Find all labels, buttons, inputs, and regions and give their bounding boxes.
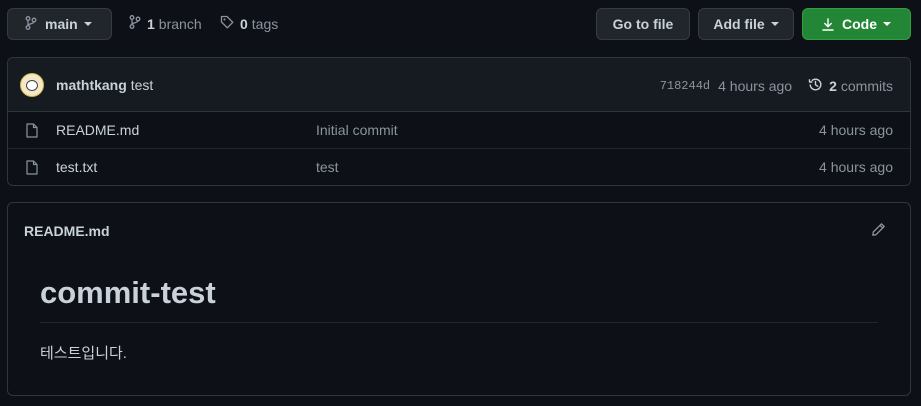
avatar[interactable] (20, 73, 44, 97)
commit-meta: 718244d 4 hours ago 2 commits (660, 77, 893, 95)
download-icon (822, 17, 834, 31)
commit-time: 4 hours ago (718, 78, 793, 94)
file-commit-time: 4 hours ago (819, 159, 893, 175)
add-file-label: Add file (713, 16, 765, 32)
commit-word: commits (840, 78, 893, 94)
file-name-link[interactable]: README.md (56, 122, 139, 138)
tag-count: 0 (240, 15, 248, 32)
branch-count: 1 (147, 15, 155, 32)
commits-history-link[interactable]: 2 commits (808, 77, 893, 95)
tag-icon (220, 15, 234, 32)
add-file-button[interactable]: Add file (698, 8, 794, 40)
code-label: Code (842, 16, 877, 32)
chevron-down-icon (83, 22, 92, 26)
file-icon (26, 123, 38, 138)
commit-sha-link[interactable]: 718244d (660, 79, 710, 93)
branches-link[interactable]: 1 branch (129, 15, 202, 32)
readme-title: commit-test (40, 275, 216, 310)
commit-author-link[interactable]: mathtkang (56, 77, 127, 93)
history-icon (808, 77, 823, 95)
file-commit-message-link[interactable]: Initial commit (316, 122, 398, 138)
go-to-file-button[interactable]: Go to file (596, 8, 690, 40)
branch-select-button[interactable]: main (7, 8, 112, 40)
latest-commit-message: mathtkang test (56, 77, 153, 93)
code-button[interactable]: Code (802, 8, 911, 40)
readme-header[interactable]: README.md (24, 223, 110, 239)
file-name-link[interactable]: test.txt (56, 159, 97, 175)
file-commit-time: 4 hours ago (819, 122, 893, 138)
branch-label: main (45, 16, 78, 32)
branch-icon (25, 15, 37, 33)
tags-link[interactable]: 0 tags (220, 15, 278, 32)
chevron-down-icon (770, 22, 779, 26)
tag-word: tags (251, 15, 279, 32)
branch-icon (129, 15, 141, 32)
commit-message-link[interactable]: test (131, 77, 154, 93)
avatar-face (26, 80, 38, 91)
go-to-file-label: Go to file (612, 16, 674, 32)
file-row: test.txt test 4 hours ago (8, 149, 910, 185)
pencil-icon[interactable] (871, 222, 886, 237)
file-browser: mathtkang test 718244d 4 hours ago 2 com… (7, 57, 911, 186)
file-row: README.md Initial commit 4 hours ago (8, 112, 910, 149)
chevron-down-icon (883, 22, 891, 26)
file-commit-message-link[interactable]: test (316, 159, 339, 175)
commit-count: 2 (829, 78, 837, 94)
branch-word: branch (158, 15, 202, 32)
repo-toolbar: main 1 branch 0 tags Go to file Add file… (0, 0, 921, 47)
file-icon (26, 160, 38, 175)
divider (40, 322, 878, 323)
readme-panel: README.md commit-test 테스트입니다. (7, 202, 911, 396)
readme-body-text: 테스트입니다. (40, 345, 127, 362)
latest-commit-bar: mathtkang test 718244d 4 hours ago 2 com… (8, 58, 910, 112)
